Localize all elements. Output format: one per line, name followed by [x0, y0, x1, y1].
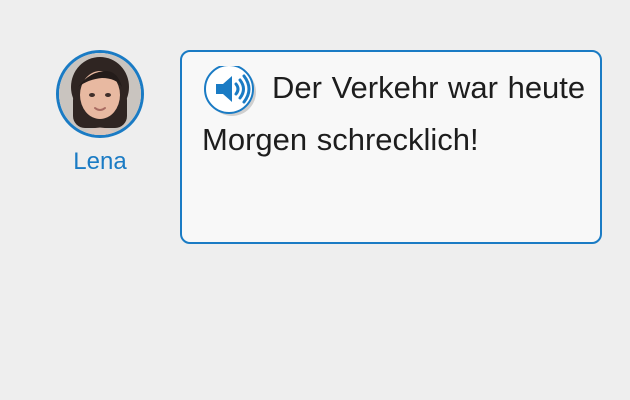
speaker-name: Lena — [73, 148, 127, 175]
speaker-volume-icon — [204, 66, 256, 116]
play-audio-button[interactable] — [202, 66, 256, 116]
message-bubble: Der Verkehr war heute Morgen schrecklich… — [180, 50, 602, 244]
avatar — [56, 50, 144, 138]
avatar-image — [59, 53, 141, 135]
speaker-block: Lena — [56, 50, 144, 176]
